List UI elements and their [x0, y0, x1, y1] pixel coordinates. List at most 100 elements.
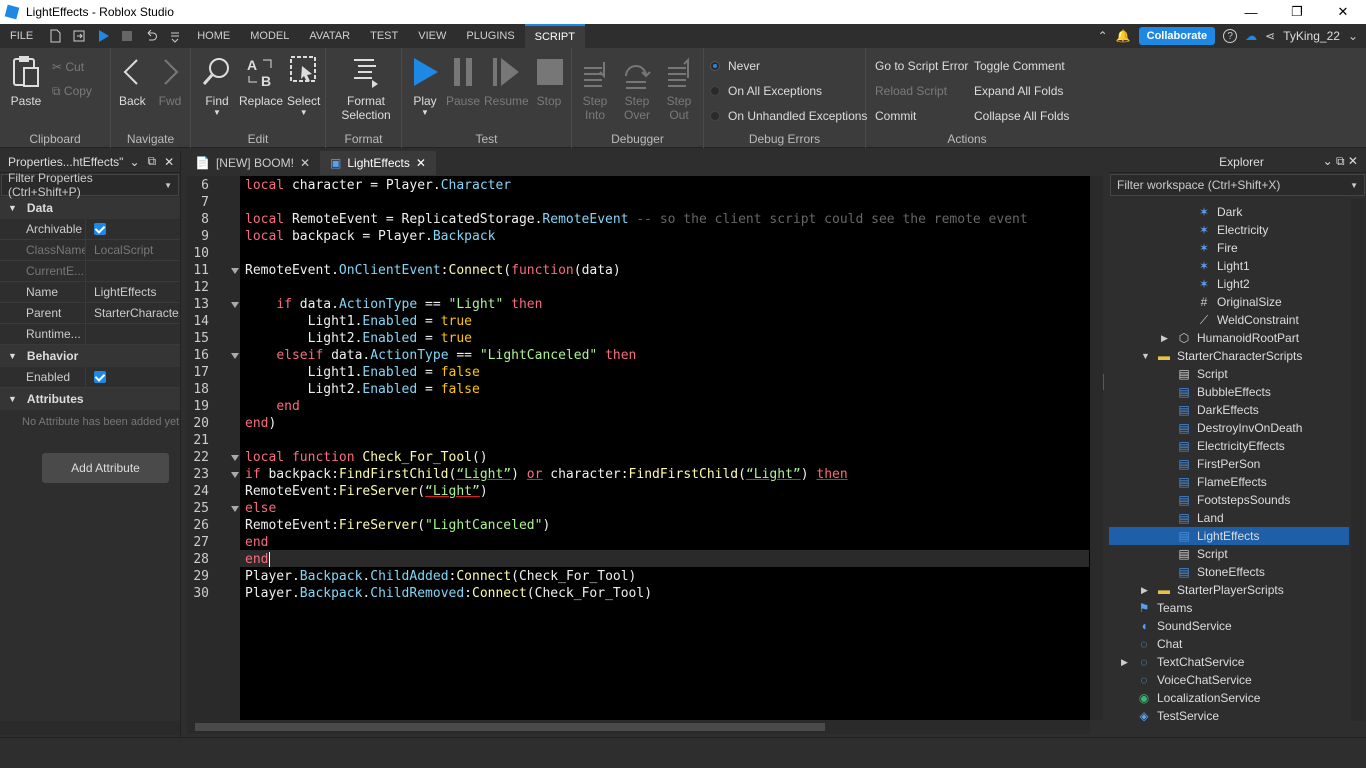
explorer-item[interactable]: ▤ StoneEffects [1109, 563, 1349, 581]
explorer-item[interactable]: ◖ SoundService [1109, 617, 1349, 635]
archivable-checkbox[interactable] [94, 222, 106, 235]
code-line[interactable]: end) [245, 416, 276, 431]
close-window-icon[interactable]: ✕ [1320, 0, 1366, 24]
explorer-item[interactable]: ▤ FirstPerSon [1109, 455, 1349, 473]
menu-plugins[interactable]: PLUGINS [456, 24, 524, 48]
code-line[interactable]: else [245, 501, 276, 516]
add-attribute-button[interactable]: Add Attribute [42, 453, 169, 483]
user-dropdown-icon[interactable]: ⌄ [1348, 29, 1358, 43]
share-icon[interactable]: ⋖ [1265, 29, 1275, 43]
code-line[interactable]: end [245, 399, 299, 414]
explorer-item[interactable]: ◉ LocalizationService [1109, 689, 1349, 707]
commit-button[interactable]: Commit [875, 109, 916, 123]
quick-stop-icon[interactable] [120, 29, 134, 43]
forward-button[interactable]: Fwd [157, 54, 183, 108]
explorer-item[interactable]: ✶ Light2 [1109, 275, 1349, 293]
explorer-vertical-scrollbar[interactable] [1351, 199, 1365, 721]
explorer-item[interactable]: ▤ ElectricityEffects [1109, 437, 1349, 455]
pause-button[interactable]: Pause [446, 54, 480, 108]
explorer-item[interactable]: ⚑ Teams [1109, 599, 1349, 617]
collapsed-arrow-icon[interactable]: ▶ [1141, 585, 1148, 596]
step-into-button[interactable]: Step Into [580, 54, 610, 122]
fold-toggle-icon[interactable] [231, 472, 239, 478]
minimize-icon[interactable]: — [1228, 0, 1274, 24]
fold-toggle-icon[interactable] [231, 268, 239, 274]
explorer-item[interactable]: ▶ ▬ StarterPlayerScripts [1109, 581, 1349, 599]
explorer-item[interactable]: ▤ DestroyInvOnDeath [1109, 419, 1349, 437]
go-to-script-error-button[interactable]: Go to Script Error [875, 59, 968, 73]
menu-test[interactable]: TEST [360, 24, 408, 48]
code-line[interactable]: local backpack = Player.Backpack [245, 229, 495, 244]
code-line[interactable]: if backpack:FindFirstChild(“Light”) or c… [245, 467, 848, 482]
collaborate-button[interactable]: Collaborate [1138, 27, 1216, 45]
fold-toggle-icon[interactable] [231, 455, 239, 461]
toggle-comment-button[interactable]: Toggle Comment [974, 59, 1065, 73]
close-panel-icon[interactable]: ✕ [164, 155, 174, 169]
explorer-item[interactable]: ◈ TestService [1109, 707, 1349, 721]
explorer-item[interactable]: ▤ BubbleEffects [1109, 383, 1349, 401]
editor-horizontal-scrollbar[interactable] [187, 720, 1090, 734]
close-tab-icon[interactable]: ✕ [300, 156, 310, 170]
explorer-item[interactable]: ✶ Dark [1109, 203, 1349, 221]
stop-button[interactable]: Stop [534, 54, 564, 108]
help-icon[interactable]: ? [1223, 29, 1238, 43]
explorer-item[interactable]: ▶ ◌ TextChatService [1109, 653, 1349, 671]
code-line[interactable]: elseif data.ActionType == "LightCanceled… [245, 348, 636, 363]
panel-dropdown-icon[interactable]: ⌄ [129, 155, 139, 169]
back-button[interactable]: Back [119, 54, 146, 108]
expanded-arrow-icon[interactable]: ▼ [1141, 351, 1150, 361]
code-line[interactable]: Player.Backpack.ChildAdded:Connect(Check… [245, 569, 636, 584]
vertical-scrollbar[interactable] [1090, 176, 1103, 720]
fold-toggle-icon[interactable] [231, 506, 239, 512]
enabled-checkbox[interactable] [94, 370, 106, 383]
never-radio[interactable]: Never [710, 59, 760, 73]
behavior-section[interactable]: ▼ Behavior [0, 345, 180, 367]
code-line[interactable]: end [245, 535, 268, 550]
property-value[interactable] [85, 323, 180, 345]
expand-all-folds-button[interactable]: Expand All Folds [974, 84, 1063, 98]
format-selection-button[interactable]: Format Selection [336, 54, 396, 122]
explorer-item[interactable]: ▤ DarkEffects [1109, 401, 1349, 419]
select-button[interactable]: Select ▼ [287, 54, 320, 117]
data-section[interactable]: ▼ Data [0, 197, 180, 219]
property-value[interactable]: StarterCharacte... [85, 302, 180, 324]
horizontal-scrollbar[interactable] [0, 721, 180, 735]
step-out-button[interactable]: Step Out [664, 54, 694, 122]
code-line[interactable]: RemoteEvent:FireServer(“Light”) [245, 484, 488, 499]
explorer-item[interactable]: ▤ FootstepsSounds [1109, 491, 1349, 509]
explorer-panel-controls[interactable]: ⌄ ⧉ ✕ [1323, 154, 1358, 169]
explorer-item[interactable]: ▤ Script [1109, 545, 1349, 563]
code-line[interactable]: Light1.Enabled = true [245, 314, 472, 329]
explorer-item[interactable]: ▤ Land [1109, 509, 1349, 527]
menu-script[interactable]: SCRIPT [524, 24, 585, 48]
explorer-item[interactable]: ▼ ▬ StarterCharacterScripts [1109, 347, 1349, 365]
cloud-icon[interactable]: ☁ [1245, 29, 1257, 43]
close-tab-icon[interactable]: ✕ [416, 156, 426, 170]
property-value[interactable]: LightEffects [85, 281, 180, 303]
publish-icon[interactable] [72, 29, 86, 43]
fold-toggle-icon[interactable] [231, 353, 239, 359]
code-line[interactable]: local function Check_For_Tool() [245, 450, 488, 465]
explorer-item[interactable]: ◌ Chat [1109, 635, 1349, 653]
explorer-item[interactable]: ⟋ WeldConstraint [1109, 311, 1349, 329]
menu-home[interactable]: HOME [187, 24, 240, 48]
filter-dropdown-icon[interactable]: ▼ [1350, 181, 1358, 190]
menu-model[interactable]: MODEL [240, 24, 299, 48]
code-line[interactable]: RemoteEvent:FireServer("LightCanceled") [245, 518, 550, 533]
collapsed-arrow-icon[interactable]: ▶ [1161, 333, 1168, 344]
menu-view[interactable]: VIEW [408, 24, 456, 48]
code-line[interactable]: Light2.Enabled = false [245, 382, 480, 397]
explorer-item[interactable]: ▤ FlameEffects [1109, 473, 1349, 491]
code-line[interactable]: Player.Backpack.ChildRemoved:Connect(Che… [245, 586, 652, 601]
explorer-item[interactable]: ✶ Electricity [1109, 221, 1349, 239]
code-line[interactable]: local character = Player.Character [245, 178, 511, 193]
restore-icon[interactable]: ❐ [1274, 0, 1320, 24]
on-unhandled-exceptions-radio[interactable]: On Unhandled Exceptions [710, 109, 867, 123]
code-line[interactable]: Light2.Enabled = true [245, 331, 472, 346]
tab-new-boom[interactable]: 📄 [NEW] BOOM! ✕ [185, 151, 320, 175]
fold-toggle-icon[interactable] [231, 302, 239, 308]
find-button[interactable]: Find ▼ [201, 54, 233, 117]
collapse-all-folds-button[interactable]: Collapse All Folds [974, 109, 1069, 123]
code-line[interactable]: Light1.Enabled = false [245, 365, 480, 380]
explorer-item[interactable]: ✶ Fire [1109, 239, 1349, 257]
